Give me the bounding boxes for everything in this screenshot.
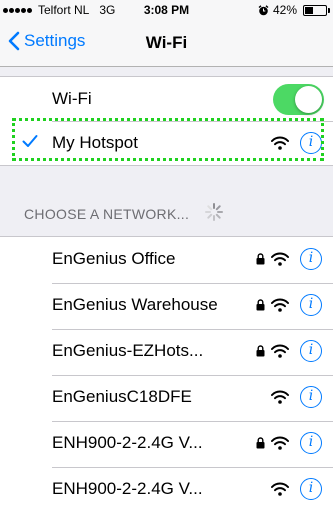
network-row[interactable]: EnGeniusC18DFE i	[0, 375, 333, 419]
battery-level-fill	[305, 6, 313, 14]
wifi-toggle-row: Wi-Fi	[0, 77, 333, 121]
page-title: Wi-Fi	[145, 33, 188, 52]
info-icon[interactable]: i	[300, 248, 322, 270]
network-row[interactable]: ENH900-2-2.4G V... i	[0, 421, 333, 465]
toggle-knob	[295, 86, 322, 113]
network-name: ENH900-2-2.4G V...	[52, 433, 203, 452]
info-icon[interactable]: i	[300, 478, 322, 500]
connected-network-row[interactable]: My Hotspot i	[0, 121, 333, 165]
lock-icon	[256, 345, 265, 357]
wifi-signal-icon	[271, 436, 289, 450]
wifi-signal-icon	[271, 344, 289, 358]
network-name: EnGenius Warehouse	[52, 295, 218, 314]
info-icon[interactable]: i	[300, 132, 322, 154]
lock-icon	[256, 299, 265, 311]
network-name: EnGeniusC18DFE	[52, 387, 192, 406]
networks-list: EnGenius Office i EnGenius Warehouse i E…	[0, 236, 333, 516]
network-row[interactable]: EnGenius Office i	[0, 237, 333, 281]
wifi-signal-icon	[271, 252, 289, 266]
network-row[interactable]: ENH900-2-2.4G V... i	[0, 467, 333, 511]
section-header: CHOOSE A NETWORK...	[24, 206, 190, 222]
wifi-settings-group: Wi-Fi My Hotspot i	[0, 76, 333, 166]
network-row[interactable]: EnGenius Warehouse i	[0, 283, 333, 327]
alarm-clock-icon	[258, 4, 269, 15]
lock-icon	[256, 437, 265, 449]
info-icon[interactable]: i	[300, 432, 322, 454]
info-icon[interactable]: i	[300, 340, 322, 362]
info-icon[interactable]: i	[300, 294, 322, 316]
network-name: ENH900-2-2.4G V...	[52, 479, 203, 498]
wifi-signal-icon	[271, 390, 289, 404]
wifi-signal-icon	[271, 136, 289, 150]
wifi-label: Wi-Fi	[52, 89, 92, 108]
loading-spinner-icon	[205, 203, 223, 221]
lock-icon	[256, 253, 265, 265]
info-icon[interactable]: i	[300, 386, 322, 408]
status-bar: Telfort NL 3G 3:08 PM 42%	[0, 0, 333, 20]
status-right: 42%	[258, 3, 330, 17]
network-name: EnGenius Office	[52, 249, 176, 268]
navigation-bar: Settings Wi-Fi	[0, 20, 333, 67]
wifi-signal-icon	[271, 482, 289, 496]
battery-percent: 42%	[272, 3, 297, 17]
wifi-signal-icon	[271, 298, 289, 312]
wifi-toggle[interactable]	[273, 84, 324, 115]
network-row[interactable]: EnGenius-EZHots... i	[0, 329, 333, 373]
network-name: EnGenius-EZHots...	[52, 341, 204, 360]
battery-icon	[303, 4, 330, 16]
connected-network-name: My Hotspot	[52, 133, 138, 152]
checkmark-icon	[22, 135, 38, 147]
